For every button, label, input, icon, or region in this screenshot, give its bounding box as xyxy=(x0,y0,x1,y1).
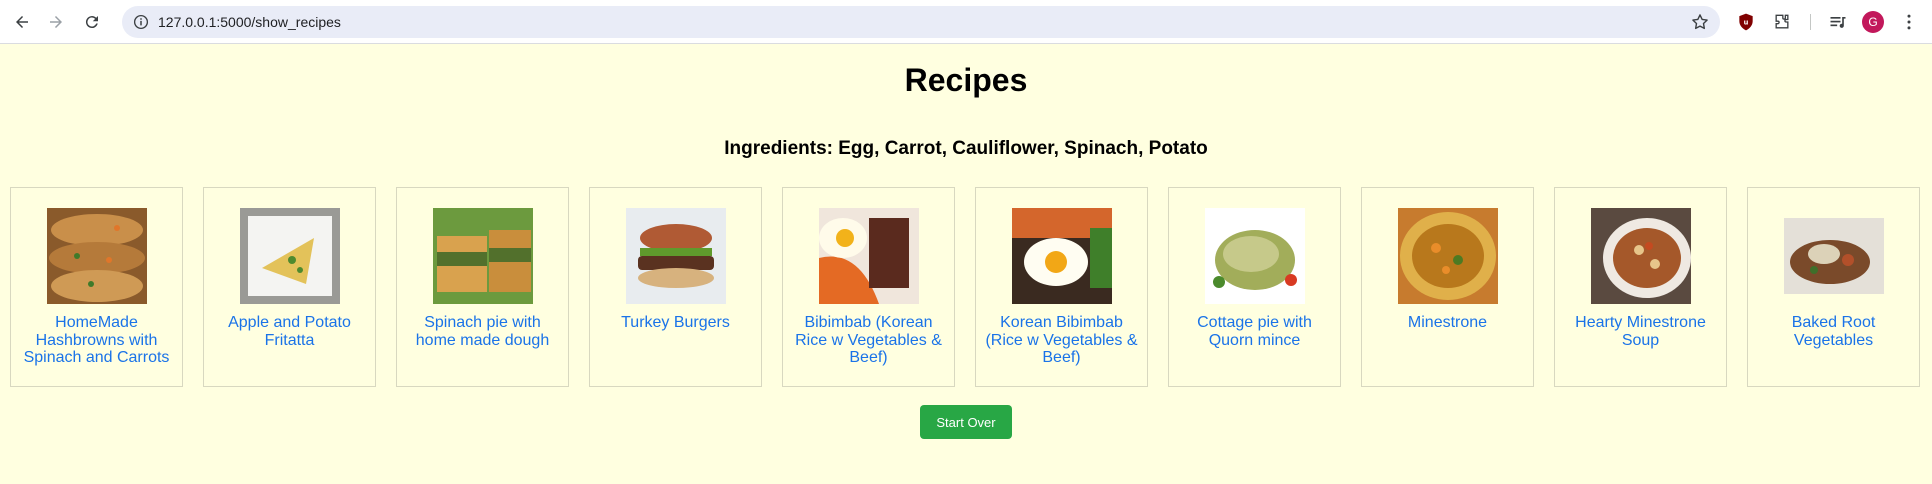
kebab-menu-icon xyxy=(1907,14,1911,30)
recipe-grid: HomeMade Hashbrowns with Spinach and Car… xyxy=(10,187,1922,387)
start-over-button[interactable]: Start Over xyxy=(920,405,1012,439)
reload-button[interactable] xyxy=(76,6,108,38)
recipe-title-link[interactable]: Bibimbab (Korean Rice w Vegetables & Bee… xyxy=(789,314,949,367)
recipe-title-link[interactable]: Hearty Minestrone Soup xyxy=(1561,314,1721,349)
bibimbab-photo[interactable] xyxy=(818,208,919,304)
recipe-title-link[interactable]: Spinach pie with home made dough xyxy=(403,314,563,349)
puzzle-icon xyxy=(1775,14,1789,29)
page-title: Recipes xyxy=(904,62,1028,98)
recipe-card[interactable]: Cottage pie with Quorn mince xyxy=(1168,187,1341,387)
spinach-pie-photo[interactable] xyxy=(432,208,533,304)
playlist-icon xyxy=(1830,17,1846,28)
address-bar[interactable]: 127.0.0.1:5000/show_recipes xyxy=(122,6,1720,38)
site-info-icon[interactable] xyxy=(132,13,150,31)
minestrone-photo[interactable] xyxy=(1397,208,1498,304)
recipe-card[interactable]: Turkey Burgers xyxy=(589,187,762,387)
shield-icon: u xyxy=(1739,13,1753,31)
bookmark-star-icon[interactable] xyxy=(1690,12,1710,32)
recipe-card[interactable]: Spinach pie with home made dough xyxy=(396,187,569,387)
fritatta-photo[interactable] xyxy=(239,208,340,304)
ublock-extension-button[interactable]: u xyxy=(1734,10,1758,34)
recipe-title-link[interactable]: Korean Bibimbab (Rice w Vegetables & Bee… xyxy=(982,314,1142,367)
recipe-card[interactable]: Minestrone xyxy=(1361,187,1534,387)
root-vegetables-photo[interactable] xyxy=(1783,208,1884,304)
recipe-title-link[interactable]: Minestrone xyxy=(1368,314,1528,332)
korean-bibimbab-photo[interactable] xyxy=(1011,208,1112,304)
hearty-minestrone-photo[interactable] xyxy=(1590,208,1691,304)
burger-photo[interactable] xyxy=(625,208,726,304)
arrow-left-icon xyxy=(16,16,28,28)
recipe-title-link[interactable]: HomeMade Hashbrowns with Spinach and Car… xyxy=(17,314,177,367)
recipe-title-link[interactable]: Baked Root Vegetables xyxy=(1754,314,1914,349)
browser-toolbar: 127.0.0.1:5000/show_recipes u G xyxy=(0,0,1932,44)
browser-menu-button[interactable] xyxy=(1897,10,1921,34)
profile-avatar[interactable]: G xyxy=(1862,11,1884,33)
recipe-title-link[interactable]: Apple and Potato Fritatta xyxy=(210,314,370,349)
recipe-title-link[interactable]: Turkey Burgers xyxy=(596,314,756,332)
svg-text:u: u xyxy=(1744,19,1749,27)
recipe-card[interactable]: Korean Bibimbab (Rice w Vegetables & Bee… xyxy=(975,187,1148,387)
recipe-card[interactable]: Hearty Minestrone Soup xyxy=(1554,187,1727,387)
arrow-right-icon xyxy=(50,16,62,28)
ingredients-heading: Ingredients: Egg, Carrot, Cauliflower, S… xyxy=(724,138,1208,159)
recipe-card[interactable]: Baked Root Vegetables xyxy=(1747,187,1920,387)
hashbrowns-photo[interactable] xyxy=(46,208,147,304)
recipe-card[interactable]: Apple and Potato Fritatta xyxy=(203,187,376,387)
cottage-pie-photo[interactable] xyxy=(1204,208,1305,304)
forward-button[interactable] xyxy=(40,6,72,38)
url-text: 127.0.0.1:5000/show_recipes xyxy=(158,14,341,30)
reload-icon xyxy=(85,16,98,29)
reading-list-button[interactable] xyxy=(1826,10,1850,34)
extensions-button[interactable] xyxy=(1770,10,1794,34)
recipe-card[interactable]: HomeMade Hashbrowns with Spinach and Car… xyxy=(10,187,183,387)
recipe-card[interactable]: Bibimbab (Korean Rice w Vegetables & Bee… xyxy=(782,187,955,387)
back-button[interactable] xyxy=(6,6,38,38)
recipe-title-link[interactable]: Cottage pie with Quorn mince xyxy=(1175,314,1335,349)
toolbar-divider xyxy=(1810,14,1811,30)
